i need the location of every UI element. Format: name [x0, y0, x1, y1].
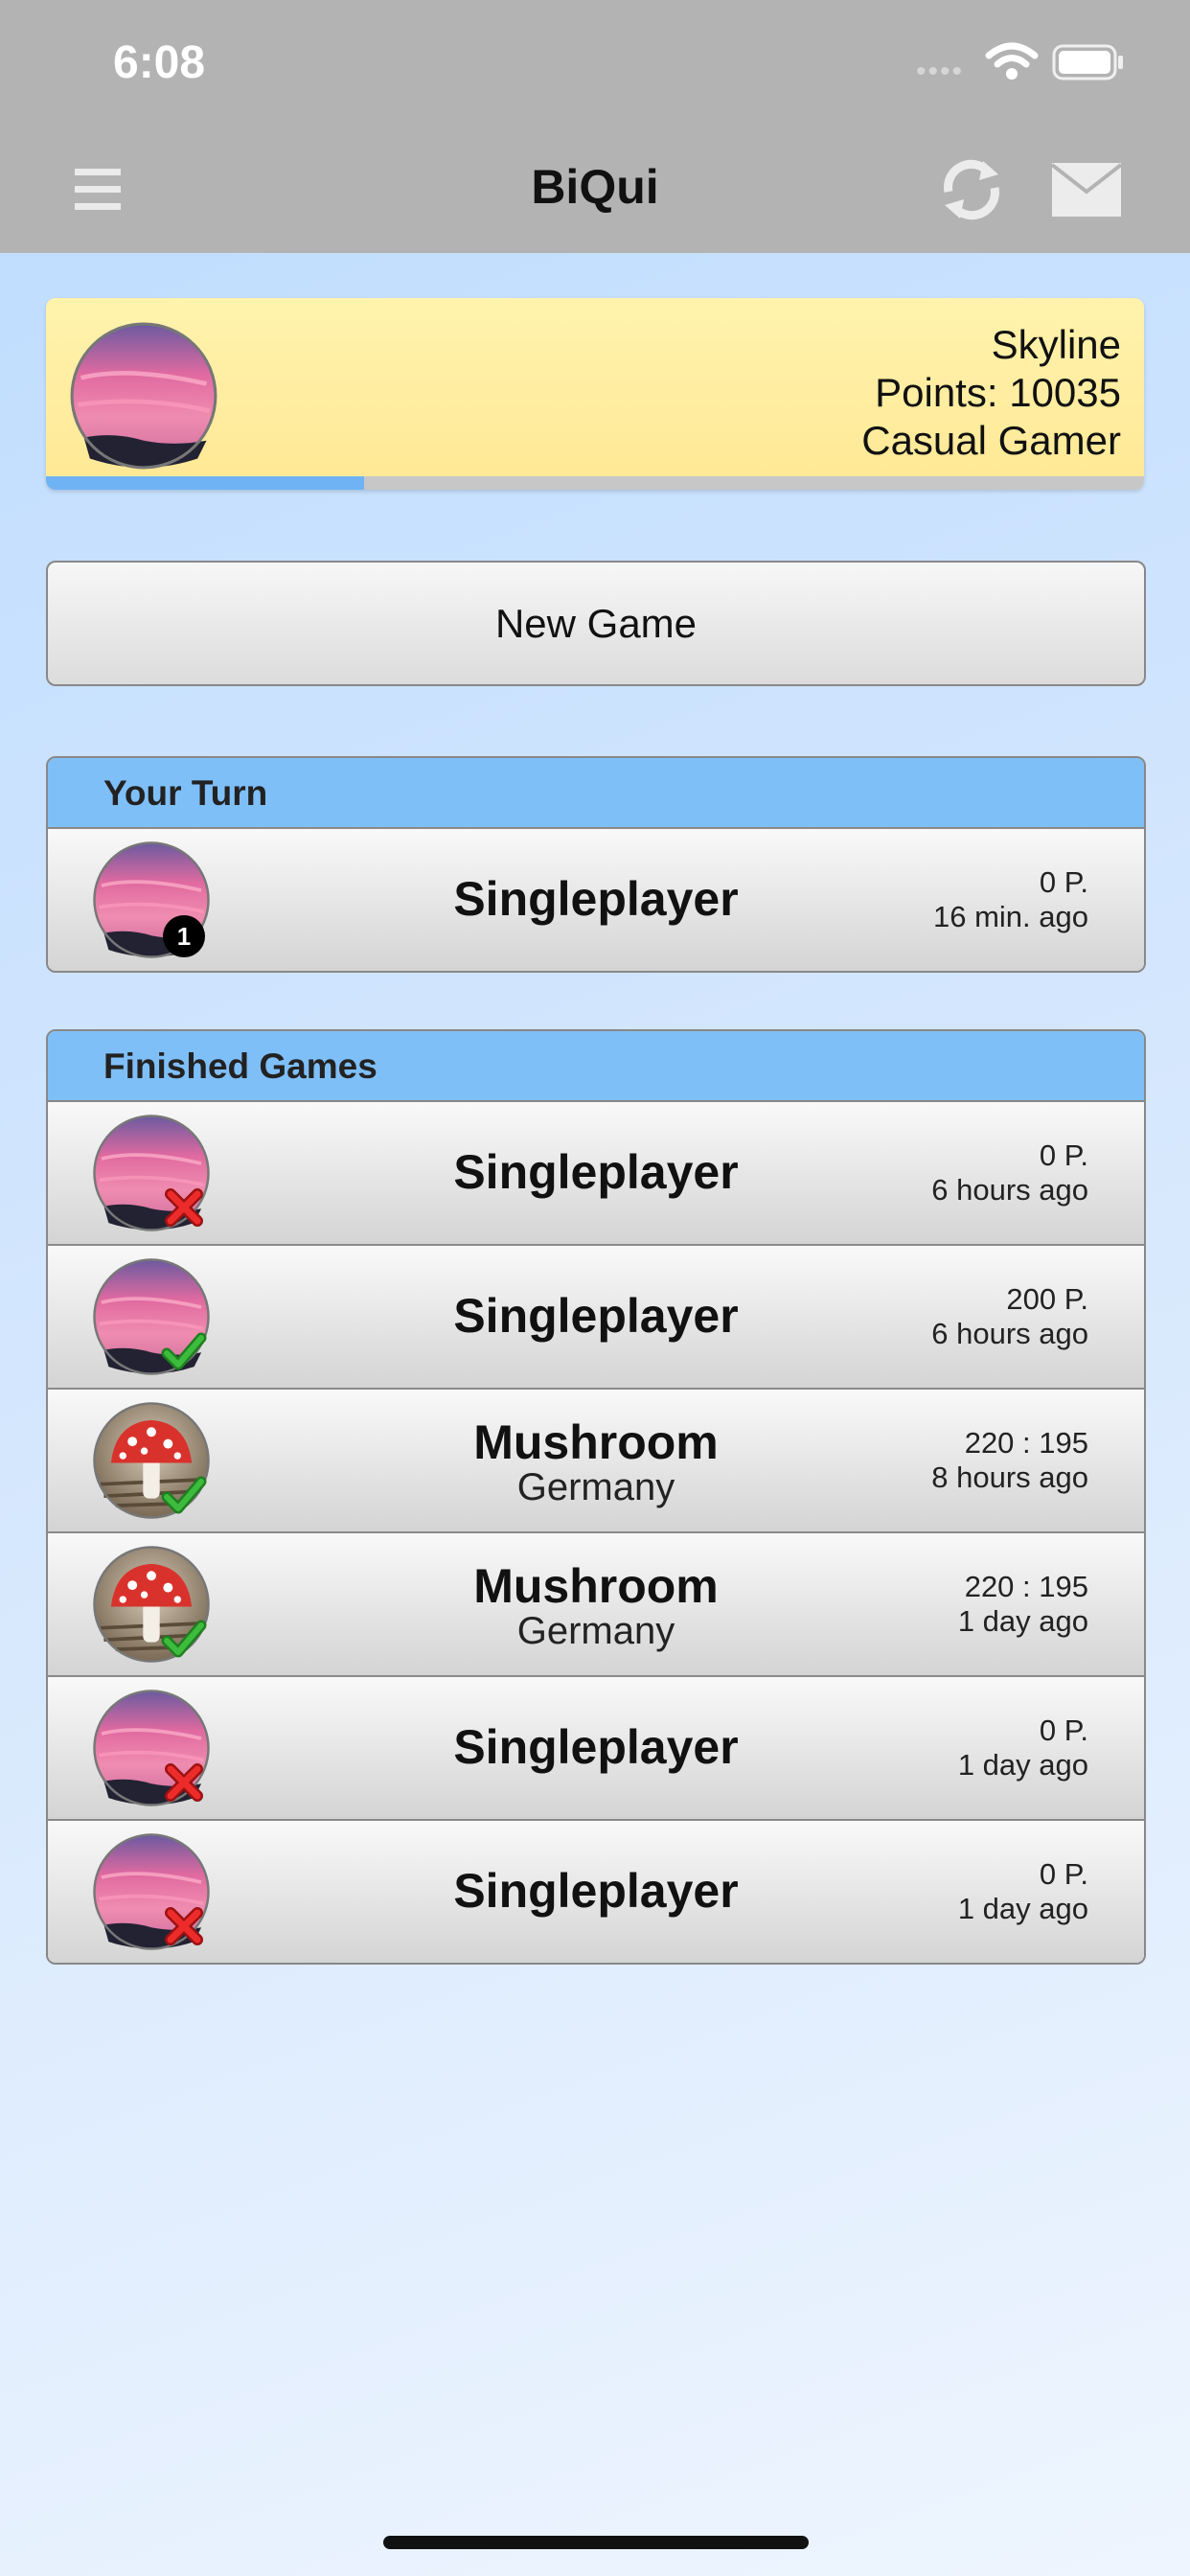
profile-card[interactable]: Skyline Points: 10035 Casual Gamer [46, 298, 1144, 490]
game-time: 16 min. ago [933, 900, 1088, 933]
game-row[interactable]: 1 Singleplayer 0 P. 16 min. ago [48, 829, 1144, 971]
game-row[interactable]: Mushroom Germany 220 : 195 8 hours ago [48, 1388, 1144, 1531]
game-meta: 200 P. 6 hours ago [931, 1282, 1088, 1351]
profile-info: Skyline Points: 10035 Casual Gamer [861, 321, 1121, 465]
game-score: 0 P. [1039, 1714, 1088, 1747]
game-meta: 0 P. 1 day ago [958, 1714, 1088, 1782]
game-score: 0 P. [1039, 1857, 1088, 1891]
profile-rank: Casual Gamer [861, 418, 1121, 463]
finished-games-section: Finished Games Singleplayer 0 P. 6 hours… [46, 1029, 1146, 1965]
home-indicator[interactable] [383, 2536, 809, 2549]
new-game-button[interactable]: New Game [46, 561, 1146, 686]
wifi-icon [985, 42, 1039, 80]
game-score: 220 : 195 [964, 1426, 1088, 1460]
app-title: BiQui [531, 160, 659, 214]
game-score: 0 P. [1039, 865, 1088, 899]
mail-icon[interactable] [1052, 163, 1121, 217]
game-meta: 220 : 195 8 hours ago [931, 1426, 1088, 1495]
game-row[interactable]: Mushroom Germany 220 : 195 1 day ago [48, 1531, 1144, 1675]
game-meta: 0 P. 6 hours ago [931, 1138, 1088, 1208]
level-progress-bar [46, 476, 1144, 490]
game-meta: 0 P. 1 day ago [958, 1857, 1088, 1926]
game-time: 1 day ago [957, 1604, 1088, 1638]
game-meta: 0 P. 16 min. ago [933, 865, 1088, 934]
game-time: 6 hours ago [931, 1173, 1088, 1207]
game-score: 0 P. [1039, 1138, 1088, 1172]
game-row[interactable]: Singleplayer 200 P. 6 hours ago [48, 1244, 1144, 1388]
game-time: 1 day ago [957, 1748, 1088, 1782]
status-time: 6:08 [113, 37, 206, 88]
level-progress-fill [46, 476, 365, 490]
refresh-icon[interactable] [935, 153, 1008, 226]
finished-games-header: Finished Games [48, 1031, 1144, 1102]
your-turn-header: Your Turn [48, 758, 1144, 829]
game-row[interactable]: Singleplayer 0 P. 1 day ago [48, 1819, 1144, 1963]
game-time: 1 day ago [957, 1892, 1088, 1925]
signal-icon: •••• [916, 56, 965, 87]
profile-avatar [69, 321, 218, 471]
game-score: 220 : 195 [964, 1570, 1088, 1603]
battery-icon [1052, 44, 1123, 80]
game-row[interactable]: Singleplayer 0 P. 1 day ago [48, 1675, 1144, 1819]
navigation-bar: 6:08 •••• BiQui [0, 0, 1190, 253]
game-time: 6 hours ago [931, 1317, 1088, 1350]
game-time: 8 hours ago [931, 1460, 1088, 1494]
your-turn-section: Your Turn 1 Singleplayer 0 P. 16 min. ag… [46, 756, 1146, 973]
profile-points: Points: 10035 [875, 370, 1121, 415]
profile-name: Skyline [991, 322, 1121, 367]
game-meta: 220 : 195 1 day ago [958, 1570, 1088, 1639]
game-row[interactable]: Singleplayer 0 P. 6 hours ago [48, 1102, 1144, 1244]
game-score: 200 P. [1006, 1282, 1088, 1316]
